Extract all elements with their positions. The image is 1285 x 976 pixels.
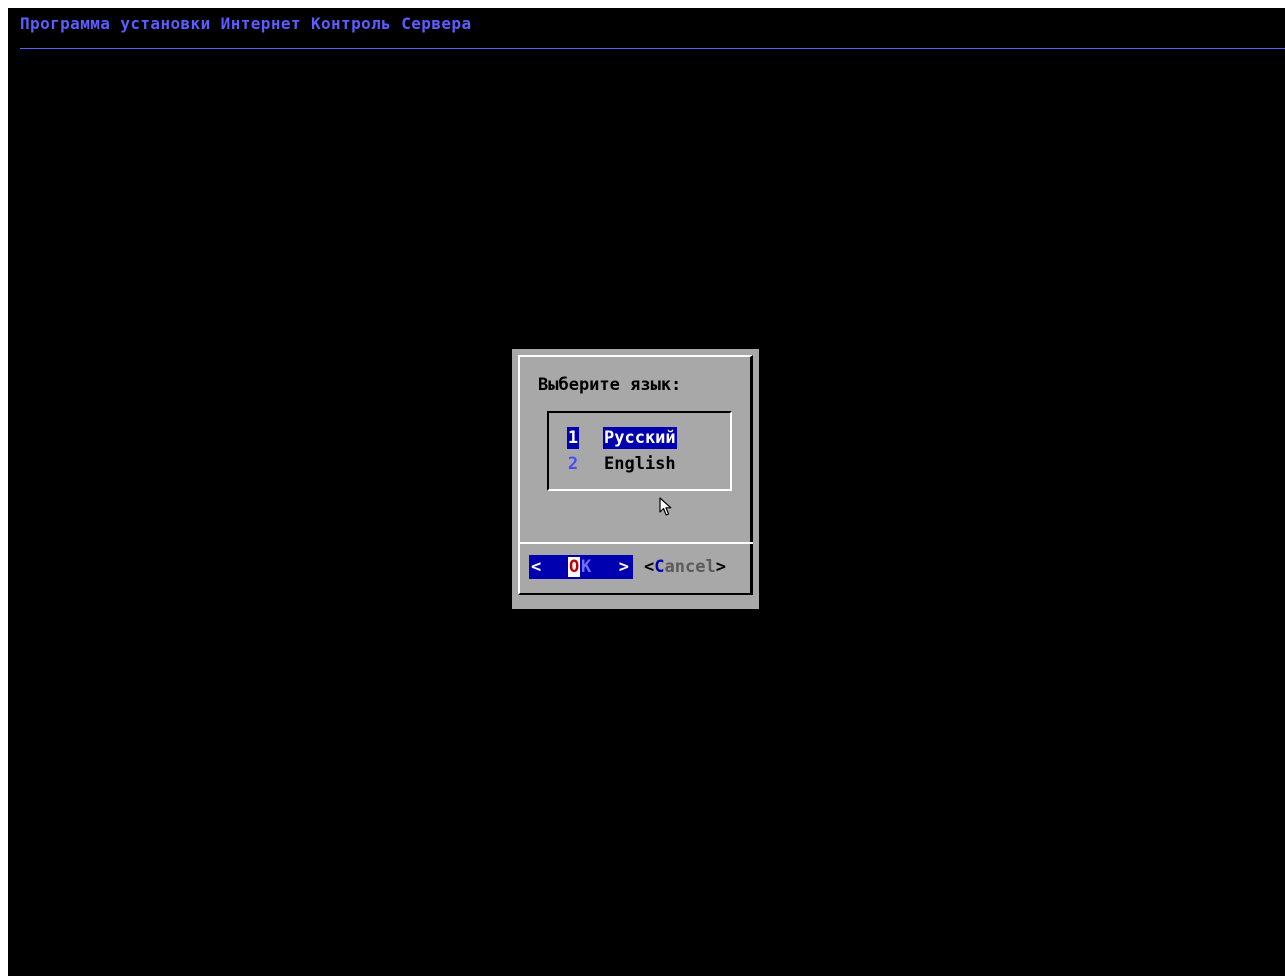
ok-bracket-right: >: [618, 557, 629, 577]
backtitle-divider: [20, 48, 1285, 49]
cancel-label-rest: ancel: [664, 557, 716, 577]
button-divider: [520, 542, 753, 544]
menu-item-label: English: [604, 454, 676, 474]
menu-item-label: Русский: [603, 427, 677, 449]
cancel-bracket-left: <: [644, 557, 655, 577]
menu-item-tag: 1: [567, 427, 579, 449]
backtitle: Программа установки Интернет Контроль Се…: [20, 14, 472, 33]
dialog-prompt: Выберите язык:: [538, 375, 682, 395]
ok-bracket-left: <: [531, 557, 542, 577]
cancel-hotkey: C: [654, 557, 665, 577]
cancel-button[interactable]: <Cancel>: [644, 555, 726, 579]
console-screen: Программа установки Интернет Контроль Се…: [8, 8, 1285, 976]
menu-item-tag: 2: [567, 454, 579, 474]
menu-item-russian[interactable]: 1 Русский: [567, 427, 677, 449]
menu-item-english[interactable]: 2 English: [567, 453, 677, 475]
cancel-bracket-right: >: [715, 557, 726, 577]
mouse-pointer-icon: [659, 497, 672, 516]
ok-button[interactable]: < O K >: [529, 555, 633, 579]
ok-label-rest: K: [581, 557, 592, 577]
ok-hotkey: O: [568, 557, 581, 577]
language-menu: 1 Русский 2 English: [547, 411, 732, 491]
language-dialog: Выберите язык: 1 Русский 2 English < O K >…: [512, 349, 759, 609]
